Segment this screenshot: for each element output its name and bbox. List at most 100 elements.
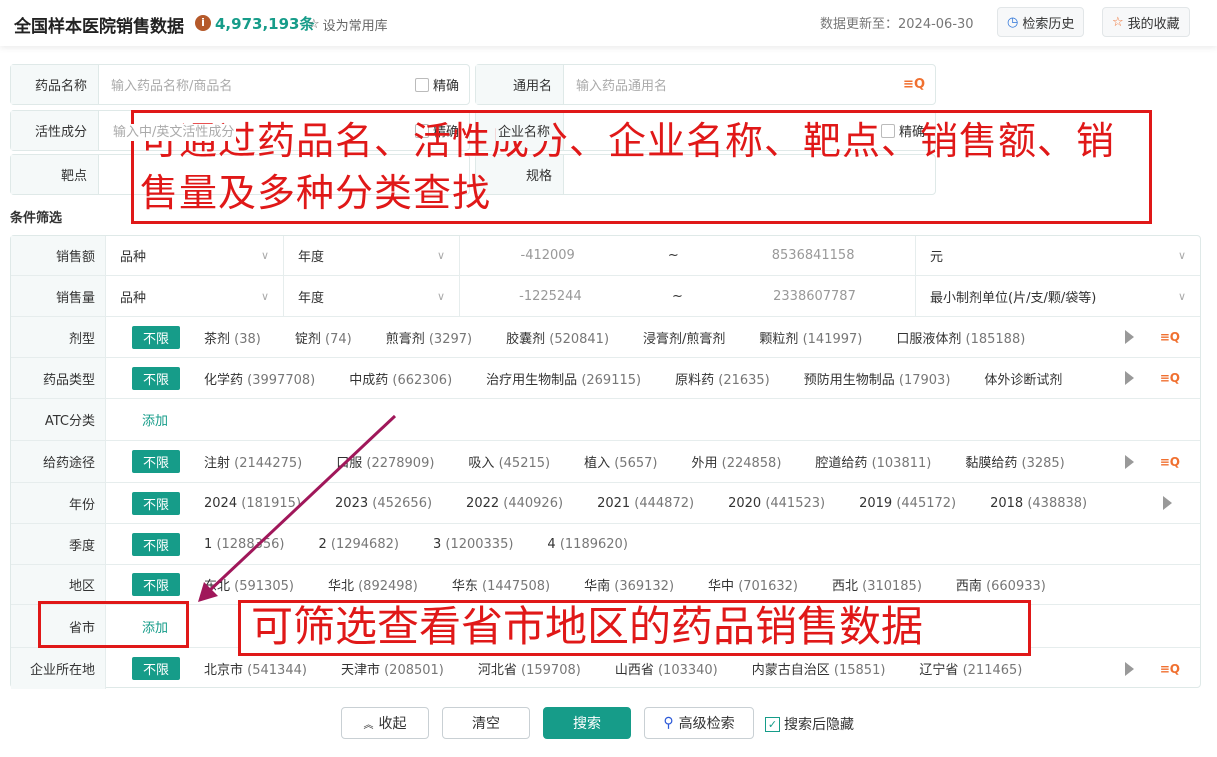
max-input[interactable]: 2338607787 (773, 289, 856, 304)
filter-option[interactable]: 2018 (438838) (990, 496, 1087, 511)
option-label: 吸入 (468, 456, 495, 471)
filter-option[interactable]: 治疗用生物制品 (269115) (486, 369, 641, 388)
unlimited-tag[interactable]: 不限 (132, 657, 181, 680)
filter-option[interactable]: 华中 (701632) (708, 575, 798, 594)
sales-amount-unit-select[interactable]: 元 ∨ (916, 236, 1200, 275)
sales-volume-unit-select[interactable]: 最小制剂单位(片/支/颗/袋等) ∨ (916, 276, 1200, 316)
filter-option[interactable]: 北京市 (541344) (204, 659, 307, 678)
filter-option[interactable]: 山西省 (103340) (615, 659, 718, 678)
unlimited-tag[interactable]: 不限 (132, 450, 181, 473)
filter-option[interactable]: 煎膏剂 (3297) (386, 328, 472, 347)
expand-right-icon[interactable] (1163, 496, 1172, 510)
filter-option[interactable]: 原料药 (21635) (675, 369, 770, 388)
filter-option[interactable]: 2024 (181915) (204, 496, 301, 511)
filter-option[interactable]: 西南 (660933) (956, 575, 1046, 594)
sales-volume-period-select[interactable]: 年度 ∨ (284, 276, 460, 316)
filter-option[interactable]: 吸入 (45215) (468, 452, 550, 471)
unlimited-tag[interactable]: 不限 (132, 491, 181, 515)
filter-option[interactable]: 化学药 (3997708) (204, 369, 315, 388)
expand-right-icon[interactable] (1125, 371, 1134, 385)
min-input[interactable]: -412009 (521, 248, 575, 263)
filter-option[interactable]: 体外诊断试剂 (984, 369, 1062, 388)
filter-option[interactable]: 华东 (1447508) (452, 575, 550, 594)
ingredient-placeholder: 输入中/英文活性成分 (111, 124, 237, 141)
sales-volume-dim-select[interactable]: 品种 ∨ (106, 276, 284, 316)
filter-option[interactable]: 预防用生物制品 (17903) (804, 369, 951, 388)
filter-option[interactable]: 2021 (444872) (597, 496, 694, 511)
filter-option[interactable]: 辽宁省 (211465) (919, 659, 1022, 678)
filter-option[interactable]: 内蒙古自治区 (15851) (752, 659, 886, 678)
option-count: (17903) (898, 372, 951, 388)
filter-search-icon[interactable]: ≡Q (1160, 455, 1180, 469)
filter-option[interactable]: 注射 (2144275) (204, 452, 302, 471)
option-count: (103811) (871, 456, 932, 471)
my-favorites-button[interactable]: ☆ 我的收藏 (1102, 7, 1190, 37)
info-icon[interactable]: i (195, 15, 211, 31)
filter-option[interactable]: 1 (1288356) (204, 537, 284, 552)
filter-option[interactable]: 胶囊剂 (520841) (506, 328, 609, 347)
filter-search-icon[interactable]: ≡Q (903, 77, 925, 92)
drug-name-exact-checkbox[interactable]: 精确 (414, 75, 459, 94)
option-label: 山西省 (614, 663, 654, 678)
clear-button[interactable]: 清空 (442, 707, 530, 739)
ingredient-exact-checkbox[interactable]: 精确 (414, 121, 459, 140)
filter-option[interactable]: 口服液体剂 (185188) (896, 328, 1025, 347)
filter-search-icon[interactable]: ≡Q (1160, 371, 1180, 385)
filter-option[interactable]: 外用 (224858) (691, 452, 781, 471)
unlimited-tag[interactable]: 不限 (132, 325, 181, 349)
unlimited-tag[interactable]: 不限 (132, 532, 181, 556)
filter-option[interactable]: 黏膜给药 (3285) (965, 452, 1064, 471)
collapse-button[interactable]: ︽ 收起 (341, 707, 429, 739)
filter-option[interactable]: 腔道给药 (103811) (815, 452, 931, 471)
filter-option[interactable]: 华北 (892498) (328, 575, 418, 594)
sales-amount-dim-select[interactable]: 品种 ∨ (106, 236, 284, 275)
option-label: 浸膏剂/煎膏剂 (643, 331, 726, 347)
filter-option[interactable]: 河北省 (159708) (478, 659, 581, 678)
company-exact-checkbox[interactable]: 精确 (880, 121, 925, 140)
filter-option[interactable]: 口服 (2278909) (336, 452, 434, 471)
filter-option[interactable]: 2 (1294682) (318, 537, 398, 552)
unlimited-tag[interactable]: 不限 (132, 366, 181, 390)
filter-search-icon[interactable]: ≡Q (1160, 330, 1180, 344)
search-history-button[interactable]: ◷ 检索历史 (997, 7, 1085, 37)
filter-options: 不限 2024 (181915) 2023 (452656) 2022 (440926… (106, 491, 1200, 515)
filter-option[interactable]: 东北 (591305) (204, 575, 294, 594)
select-value: 年度 (298, 250, 325, 265)
expand-right-icon[interactable] (1125, 330, 1134, 344)
ingredient-input[interactable]: 输入中/英文活性成分 (99, 121, 415, 141)
generic-name-input[interactable]: 输入药品通用名 (564, 75, 903, 94)
hide-after-search-checkbox[interactable]: ✓ 搜索后隐藏 (765, 714, 854, 734)
unlimited-tag[interactable]: 不限 (132, 573, 181, 596)
set-common-library-button[interactable]: ☆ 设为常用库 (308, 15, 388, 34)
filter-option[interactable]: 颗粒剂 (141997) (759, 328, 862, 347)
filter-option[interactable]: 2023 (452656) (335, 496, 432, 511)
option-label: 东北 (204, 579, 231, 594)
record-count: 4,973,193条 (215, 15, 315, 33)
filter-search-icon[interactable]: ≡Q (1160, 662, 1180, 676)
add-button[interactable]: 添加 (142, 617, 168, 636)
filter-option[interactable]: 浸膏剂/煎膏剂 (643, 328, 725, 347)
filter-option[interactable]: 西北 (310185) (832, 575, 922, 594)
max-input[interactable]: 8536841158 (772, 248, 855, 263)
filter-option[interactable]: 4 (1189620) (547, 537, 627, 552)
filter-option[interactable]: 2020 (441523) (728, 496, 825, 511)
filter-option[interactable]: 3 (1200335) (433, 537, 513, 552)
filter-option[interactable]: 植入 (5657) (584, 452, 657, 471)
select-value: 品种 (120, 250, 147, 265)
filter-option[interactable]: 中成药 (662306) (349, 369, 452, 388)
search-button[interactable]: 搜索 (543, 707, 631, 739)
advanced-search-button[interactable]: ⚲ 高级检索 (644, 707, 754, 739)
expand-right-icon[interactable] (1125, 454, 1134, 469)
filter-option[interactable]: 锭剂 (74) (295, 328, 352, 347)
drug-name-input[interactable]: 输入药品名称/商品名 (99, 75, 415, 94)
filter-option[interactable]: 2022 (440926) (466, 496, 563, 511)
filter-option[interactable]: 天津市 (208501) (341, 659, 444, 678)
sales-amount-period-select[interactable]: 年度 ∨ (284, 236, 460, 275)
filter-option[interactable]: 2019 (445172) (859, 496, 956, 511)
filter-option[interactable]: 茶剂 (38) (204, 328, 261, 347)
filter-option[interactable]: 华南 (369132) (584, 575, 674, 594)
add-button[interactable]: 添加 (142, 410, 168, 429)
expand-right-icon[interactable] (1125, 661, 1134, 676)
option-label: 北京市 (204, 663, 244, 678)
min-input[interactable]: -1225244 (519, 289, 582, 304)
